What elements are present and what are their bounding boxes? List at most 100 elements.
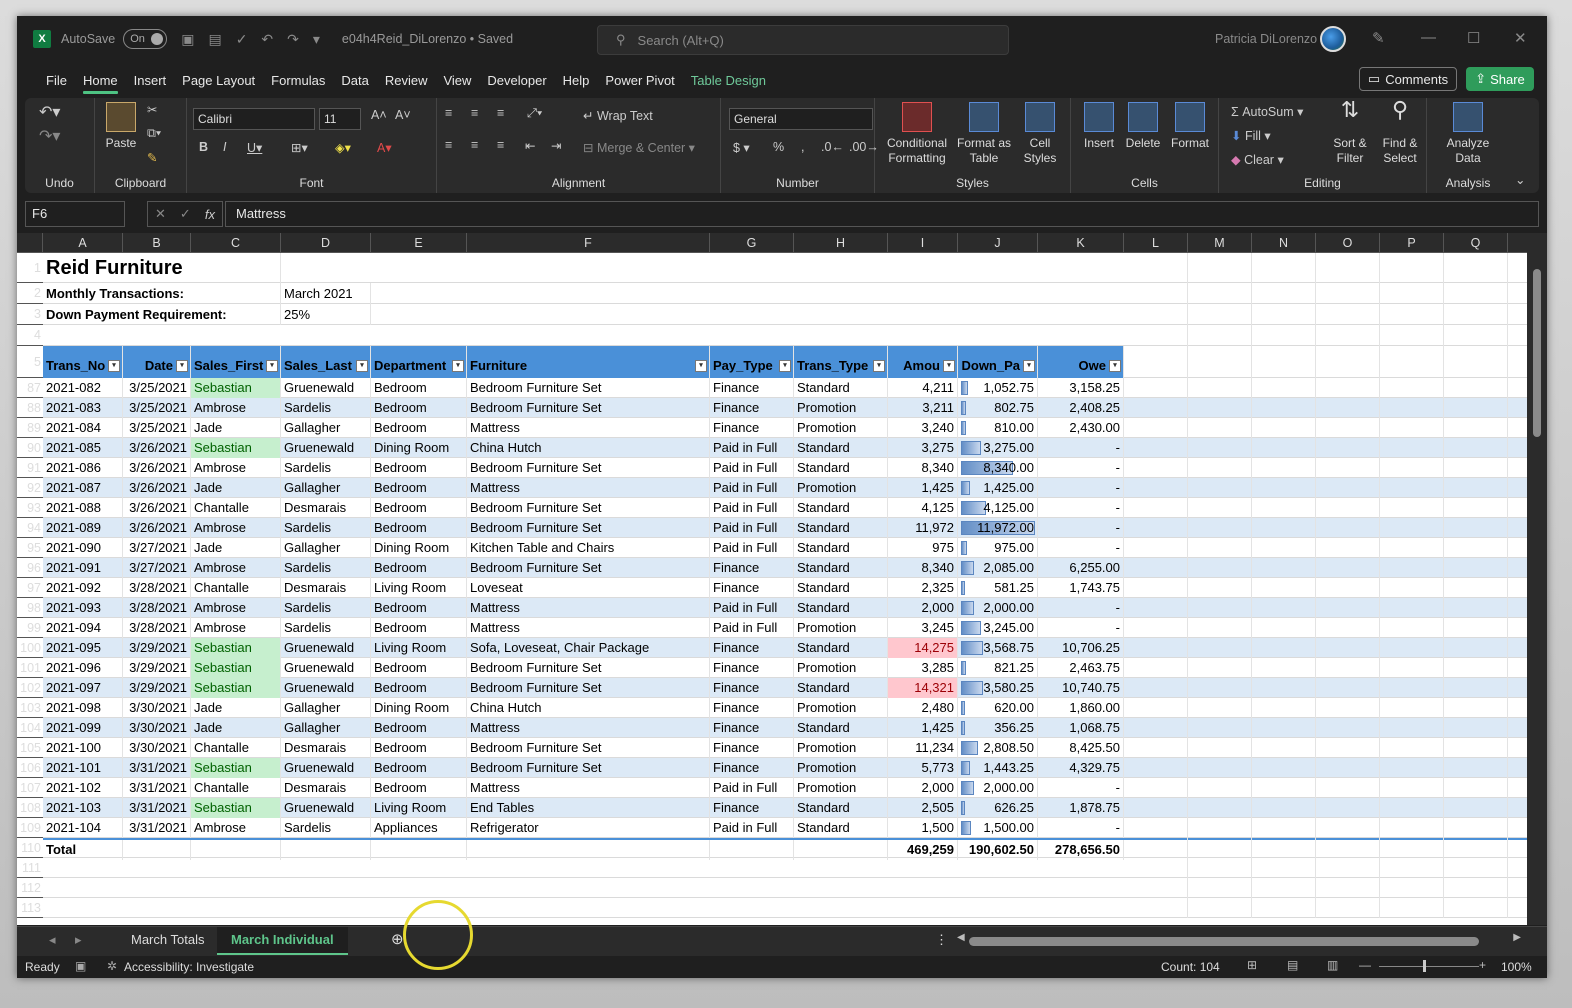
page-break-view-icon[interactable]: ▥ (1327, 958, 1338, 972)
cell-dep[interactable]: Bedroom (371, 478, 467, 498)
copy-icon[interactable]: ⧉▾ (147, 126, 161, 141)
cell-o[interactable]: 1,743.75 (1038, 578, 1124, 598)
cell-dp[interactable]: 810.00 (958, 418, 1038, 438)
tab-review[interactable]: Review (377, 66, 436, 94)
delete-cells-button[interactable]: Delete (1121, 102, 1165, 151)
row-header[interactable]: 93 (17, 498, 43, 518)
cell[interactable] (710, 840, 794, 860)
zoom-slider-thumb[interactable] (1423, 960, 1426, 972)
tab-developer[interactable]: Developer (479, 66, 554, 94)
zoom-slider[interactable] (1379, 966, 1479, 967)
cell-f[interactable]: Sebastian (191, 678, 281, 698)
cell-f[interactable]: Chantalle (191, 778, 281, 798)
cell-l[interactable]: Gallagher (281, 718, 371, 738)
cell-d[interactable]: 3/25/2021 (123, 418, 191, 438)
label-cell[interactable]: Down Payment Requirement: (43, 304, 281, 325)
tab-file[interactable]: File (38, 66, 75, 94)
cell-a[interactable]: 14,275 (888, 638, 958, 658)
cell-l[interactable]: Gruenewald (281, 798, 371, 818)
cell-a[interactable]: 8,340 (888, 458, 958, 478)
cell-d[interactable]: 3/27/2021 (123, 558, 191, 578)
row-header[interactable]: 102 (17, 678, 43, 698)
column-header[interactable]: Q (1444, 233, 1508, 253)
font-size-dropdown[interactable]: 11 (319, 108, 361, 130)
row-header[interactable]: 88 (17, 398, 43, 418)
cell-l[interactable]: Gruenewald (281, 438, 371, 458)
cell-f[interactable]: Jade (191, 538, 281, 558)
cell-f[interactable]: Jade (191, 478, 281, 498)
cell-t[interactable]: 2021-087 (43, 478, 123, 498)
row-header[interactable]: 97 (17, 578, 43, 598)
close-icon[interactable]: ✕ (1514, 29, 1527, 47)
cell-fur[interactable]: Bedroom Furniture Set (467, 518, 710, 538)
cell-dep[interactable]: Bedroom (371, 518, 467, 538)
cell-fur[interactable]: Mattress (467, 418, 710, 438)
cell-p[interactable]: Paid in Full (710, 598, 794, 618)
increase-font-icon[interactable]: A˄ (371, 108, 387, 122)
cell-tt[interactable]: Standard (794, 798, 888, 818)
cell-dp[interactable]: 2,000.00 (958, 778, 1038, 798)
cell[interactable] (281, 840, 371, 860)
table-header-cell[interactable]: Owe ▾ (1038, 346, 1124, 378)
column-header[interactable]: L (1124, 233, 1188, 253)
total-dp[interactable]: 190,602.50 (958, 840, 1038, 860)
spelling-icon[interactable]: ✓ (236, 31, 248, 48)
cell-tt[interactable]: Promotion (794, 698, 888, 718)
row-header[interactable]: 91 (17, 458, 43, 478)
currency-icon[interactable]: $ ▾ (733, 140, 750, 155)
cell[interactable] (191, 840, 281, 860)
cell-f[interactable]: Ambrose (191, 598, 281, 618)
cell-o[interactable]: - (1038, 478, 1124, 498)
cell-a[interactable]: 1,425 (888, 718, 958, 738)
borders-icon[interactable]: ⊞▾ (291, 140, 308, 155)
column-header[interactable]: J (958, 233, 1038, 253)
row-header[interactable]: 89 (17, 418, 43, 438)
cell-dp[interactable]: 821.25 (958, 658, 1038, 678)
row-header[interactable]: 101 (17, 658, 43, 678)
cell-l[interactable]: Sardelis (281, 558, 371, 578)
cell-t[interactable]: 2021-102 (43, 778, 123, 798)
cell-o[interactable]: 3,158.25 (1038, 378, 1124, 398)
filter-dropdown-icon[interactable]: ▾ (108, 360, 120, 372)
formula-input[interactable]: Mattress (225, 201, 1539, 227)
row-header[interactable]: 110 (17, 838, 43, 858)
cell[interactable] (467, 840, 710, 860)
cell-a[interactable]: 1,500 (888, 818, 958, 838)
row-header[interactable]: 95 (17, 538, 43, 558)
user-name[interactable]: Patricia DiLorenzo (1215, 32, 1317, 46)
row-header[interactable]: 2 (17, 283, 43, 304)
cell-l[interactable]: Sardelis (281, 398, 371, 418)
cell-dep[interactable]: Bedroom (371, 758, 467, 778)
analyze-data-button[interactable]: Analyze Data (1441, 102, 1495, 166)
cell-p[interactable]: Finance (710, 758, 794, 778)
cell-dep[interactable]: Living Room (371, 578, 467, 598)
redo-icon[interactable]: ↷▾ (39, 126, 60, 146)
cell-d[interactable]: 3/25/2021 (123, 398, 191, 418)
row-header[interactable]: 109 (17, 818, 43, 838)
row-header[interactable]: 1 (17, 253, 43, 283)
cell-l[interactable]: Gallagher (281, 478, 371, 498)
cell-l[interactable]: Sardelis (281, 458, 371, 478)
cell-tt[interactable]: Standard (794, 638, 888, 658)
file-name[interactable]: e04h4Reid_DiLorenzo • Saved (342, 32, 513, 46)
cell-dp[interactable]: 2,000.00 (958, 598, 1038, 618)
tab-help[interactable]: Help (555, 66, 598, 94)
row-header[interactable]: 111 (17, 858, 43, 878)
cell-a[interactable]: 11,234 (888, 738, 958, 758)
cell-f[interactable]: Ambrose (191, 458, 281, 478)
horizontal-scrollbar[interactable]: ◀ ▶ (957, 932, 1521, 949)
underline-icon[interactable]: U▾ (247, 140, 262, 155)
cell-fur[interactable]: Bedroom Furniture Set (467, 458, 710, 478)
vertical-scrollbar[interactable] (1527, 233, 1547, 925)
cell-dep[interactable]: Dining Room (371, 698, 467, 718)
cell-f[interactable]: Chantalle (191, 578, 281, 598)
cell-d[interactable]: 3/31/2021 (123, 818, 191, 838)
cell[interactable] (123, 840, 191, 860)
cell-fur[interactable]: Refrigerator (467, 818, 710, 838)
cell-f[interactable]: Sebastian (191, 758, 281, 778)
tab-power-pivot[interactable]: Power Pivot (597, 66, 682, 94)
cell-f[interactable]: Ambrose (191, 398, 281, 418)
cell-p[interactable]: Paid in Full (710, 538, 794, 558)
cell-tt[interactable]: Standard (794, 678, 888, 698)
cell-a[interactable]: 2,505 (888, 798, 958, 818)
